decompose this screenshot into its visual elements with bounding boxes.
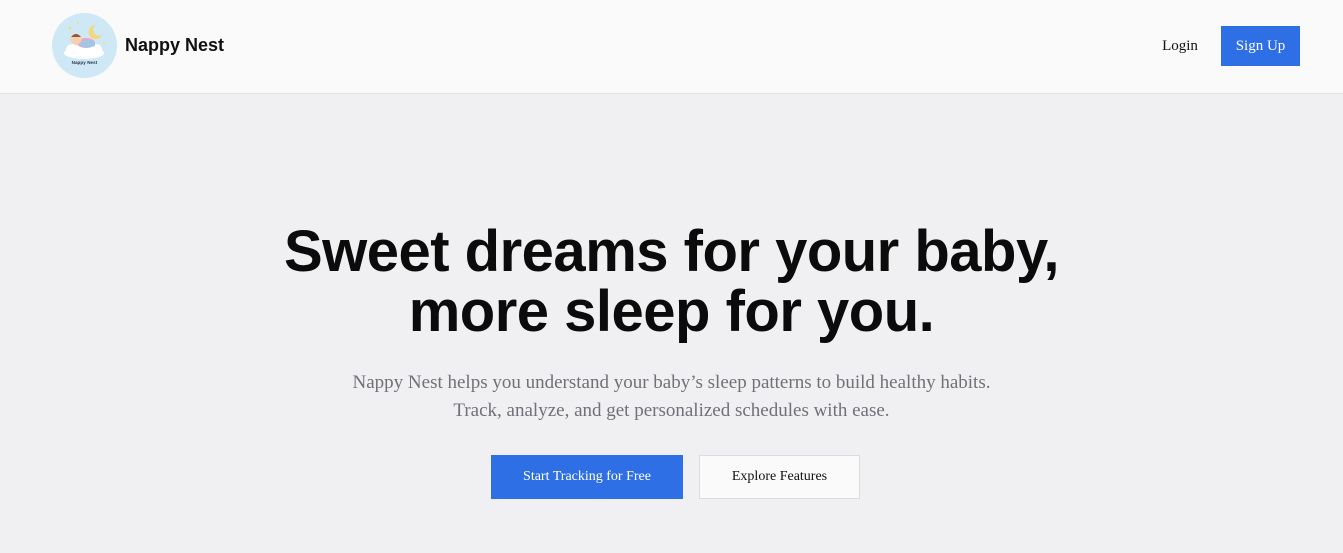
hero-subtitle: Nappy Nest helps you understand your bab… <box>0 369 1343 425</box>
brand-name[interactable]: Nappy Nest <box>125 35 224 56</box>
site-header: Nappy Nest Nappy Nest Login Sign Up <box>0 0 1343 94</box>
brand[interactable]: Nappy Nest Nappy Nest <box>52 13 224 78</box>
explore-features-button[interactable]: Explore Features <box>699 455 860 499</box>
login-link[interactable]: Login <box>1150 26 1210 66</box>
hero-title-line-1: Sweet dreams for your baby, <box>283 219 1060 284</box>
sleeping-baby-logo-icon[interactable]: Nappy Nest <box>52 13 117 78</box>
hero-subtitle-line-2: Track, analyze, and get personalized sch… <box>453 400 890 421</box>
logo-illustration <box>64 22 105 59</box>
start-tracking-button[interactable]: Start Tracking for Free <box>491 455 683 499</box>
hero-title: Sweet dreams for your baby, more sleep f… <box>0 222 1343 342</box>
hero-title-line-2: more sleep for you. <box>408 279 935 344</box>
sign-up-button[interactable]: Sign Up <box>1221 26 1300 66</box>
logo-caption: Nappy Nest <box>71 60 98 65</box>
hero-subtitle-line-1: Nappy Nest helps you understand your bab… <box>352 372 991 393</box>
